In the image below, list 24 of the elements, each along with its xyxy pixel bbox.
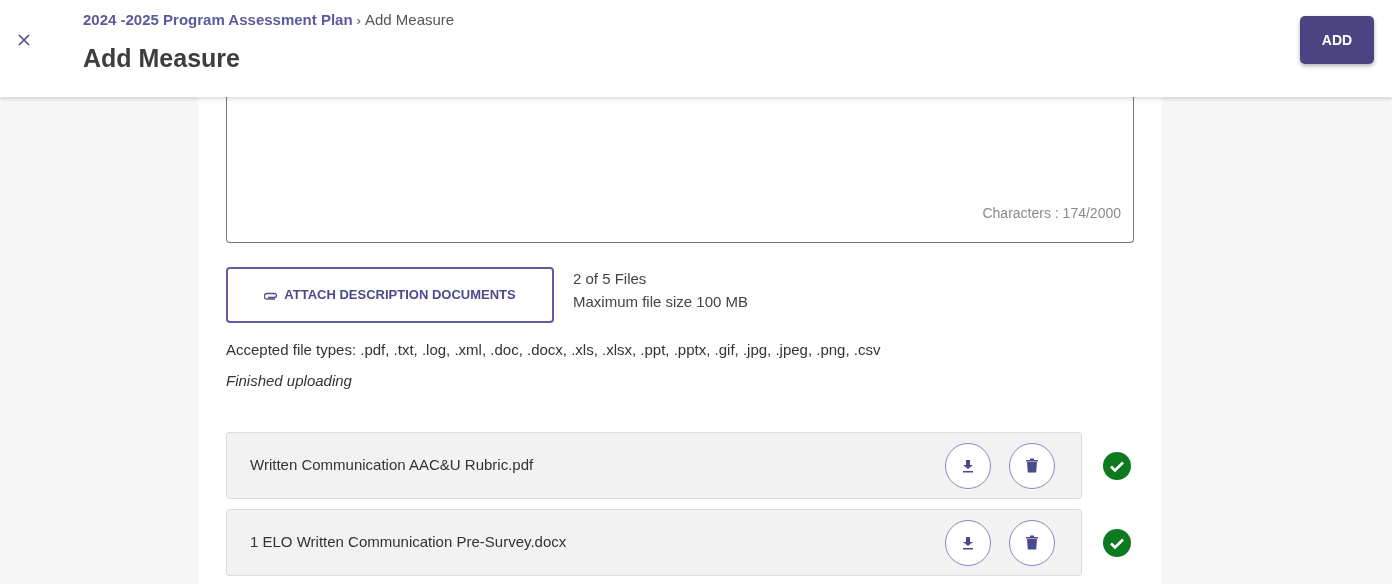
upload-status: Finished uploading — [226, 370, 353, 391]
breadcrumb-separator: › — [356, 11, 361, 30]
download-button[interactable] — [945, 519, 991, 566]
breadcrumb-link[interactable]: 2024 -2025 Program Assessment Plan — [83, 9, 353, 32]
trash-icon — [1026, 535, 1038, 550]
breadcrumb-current: Add Measure — [364, 10, 455, 30]
close-icon — [18, 34, 30, 46]
accepted-file-types: Accepted file types: .pdf, .txt, .log, .xml, .doc, .docx, .xls, .xlsx, .ppt, .pptx, .gif, .jpg, .jpeg, .png, .csv — [226, 340, 882, 360]
file-count: 2 of 5 Files — [573, 269, 648, 289]
character-count: Characters : 174/2000 — [982, 204, 1121, 223]
attach-documents-button[interactable]: ATTACH DESCRIPTION DOCUMENTS — [226, 267, 554, 323]
file-name: Written Communication AAC&U Rubric.pdf — [250, 455, 534, 476]
delete-button[interactable] — [1009, 519, 1055, 566]
description-field[interactable]: Characters : 174/2000 — [226, 97, 1134, 243]
max-file-size: Maximum file size 100 MB — [573, 292, 749, 312]
delete-button[interactable] — [1009, 442, 1055, 489]
download-icon — [962, 535, 974, 550]
trash-icon — [1026, 458, 1038, 473]
paperclip-icon — [264, 290, 279, 300]
file-name: 1 ELO Written Communication Pre-Survey.docx — [250, 532, 567, 553]
page-title: Add Measure — [83, 42, 241, 74]
add-button[interactable]: ADD — [1300, 16, 1374, 64]
download-icon — [962, 458, 974, 473]
download-button[interactable] — [945, 442, 991, 489]
